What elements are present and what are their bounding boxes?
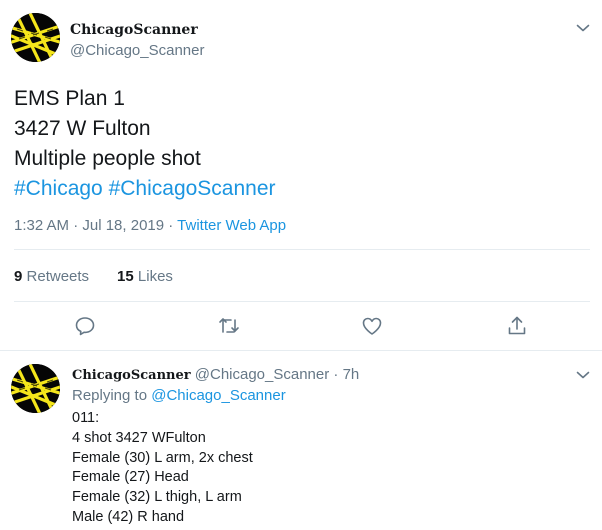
retweets-count: 9 (14, 268, 23, 285)
retweet-icon[interactable] (217, 314, 241, 338)
replying-label: Replying to (72, 387, 148, 404)
divider (14, 249, 590, 250)
reply-icon[interactable] (73, 314, 97, 338)
reply-line: Female (30) L arm, 2x chest (72, 449, 253, 466)
hashtag-line: #Chicago #ChicagoScanner (14, 174, 276, 204)
chevron-down-icon[interactable] (576, 370, 590, 380)
divider (14, 301, 590, 302)
user-handle[interactable]: @Chicago_Scanner (70, 42, 204, 59)
display-name[interactable]: ChicagoScanner (70, 22, 198, 38)
caution-tape-avatar-icon (11, 13, 60, 62)
source-link[interactable]: Twitter Web App (177, 217, 286, 234)
reply-line: 011: (72, 410, 100, 426)
reply-handle[interactable]: @Chicago_Scanner (195, 366, 329, 383)
reply-line: Male (42) R hand (72, 508, 185, 525)
tweet-line: 3427 W Fulton (14, 117, 151, 140)
tweet-line: EMS Plan 1 (14, 87, 125, 110)
heart-icon[interactable] (360, 314, 384, 338)
reply-display-name[interactable]: ChicagoScanner (72, 368, 191, 383)
timestamp[interactable]: 1:32 AM · Jul 18, 2019 (14, 217, 164, 234)
reply-line: Female (27) Head (72, 469, 189, 486)
reply-line: Female (32) L thigh, L arm (72, 489, 242, 506)
reply-avatar[interactable] (11, 364, 60, 413)
hashtag-link[interactable]: #ChicagoScanner (109, 177, 276, 200)
retweets-label: Retweets (26, 268, 90, 285)
caution-tape-avatar-icon (11, 364, 60, 413)
reply-text: 011: 4 shot 3427 WFulton Female (30) L a… (72, 409, 253, 528)
likes-stat[interactable]: 15 Likes (117, 268, 173, 285)
retweets-stat[interactable]: 9 Retweets (14, 268, 89, 285)
reply-line: 4 shot 3427 WFulton (72, 429, 206, 446)
meta-separator: · (164, 217, 178, 234)
tweet-line: Multiple people shot (14, 147, 201, 170)
hashtag-link[interactable]: #Chicago (14, 177, 103, 200)
avatar[interactable] (11, 13, 60, 62)
reply-time[interactable]: · 7h (333, 366, 359, 383)
tweet-text: EMS Plan 1 3427 W Fulton Multiple people… (14, 84, 276, 204)
replying-to: Replying to @Chicago_Scanner (72, 387, 286, 404)
main-tweet: ChicagoScanner @Chicago_Scanner EMS Plan… (0, 0, 602, 351)
replying-to-link[interactable]: @Chicago_Scanner (151, 387, 285, 404)
reply-header: ChicagoScanner @Chicago_Scanner · 7h (72, 366, 359, 383)
tweet-stats: 9 Retweets 15 Likes (14, 268, 173, 285)
likes-count: 15 (117, 268, 134, 285)
chevron-down-icon[interactable] (576, 23, 590, 33)
tweet-meta: 1:32 AM · Jul 18, 2019 · Twitter Web App (14, 217, 286, 234)
share-icon[interactable] (505, 314, 529, 338)
likes-label: Likes (137, 268, 173, 285)
